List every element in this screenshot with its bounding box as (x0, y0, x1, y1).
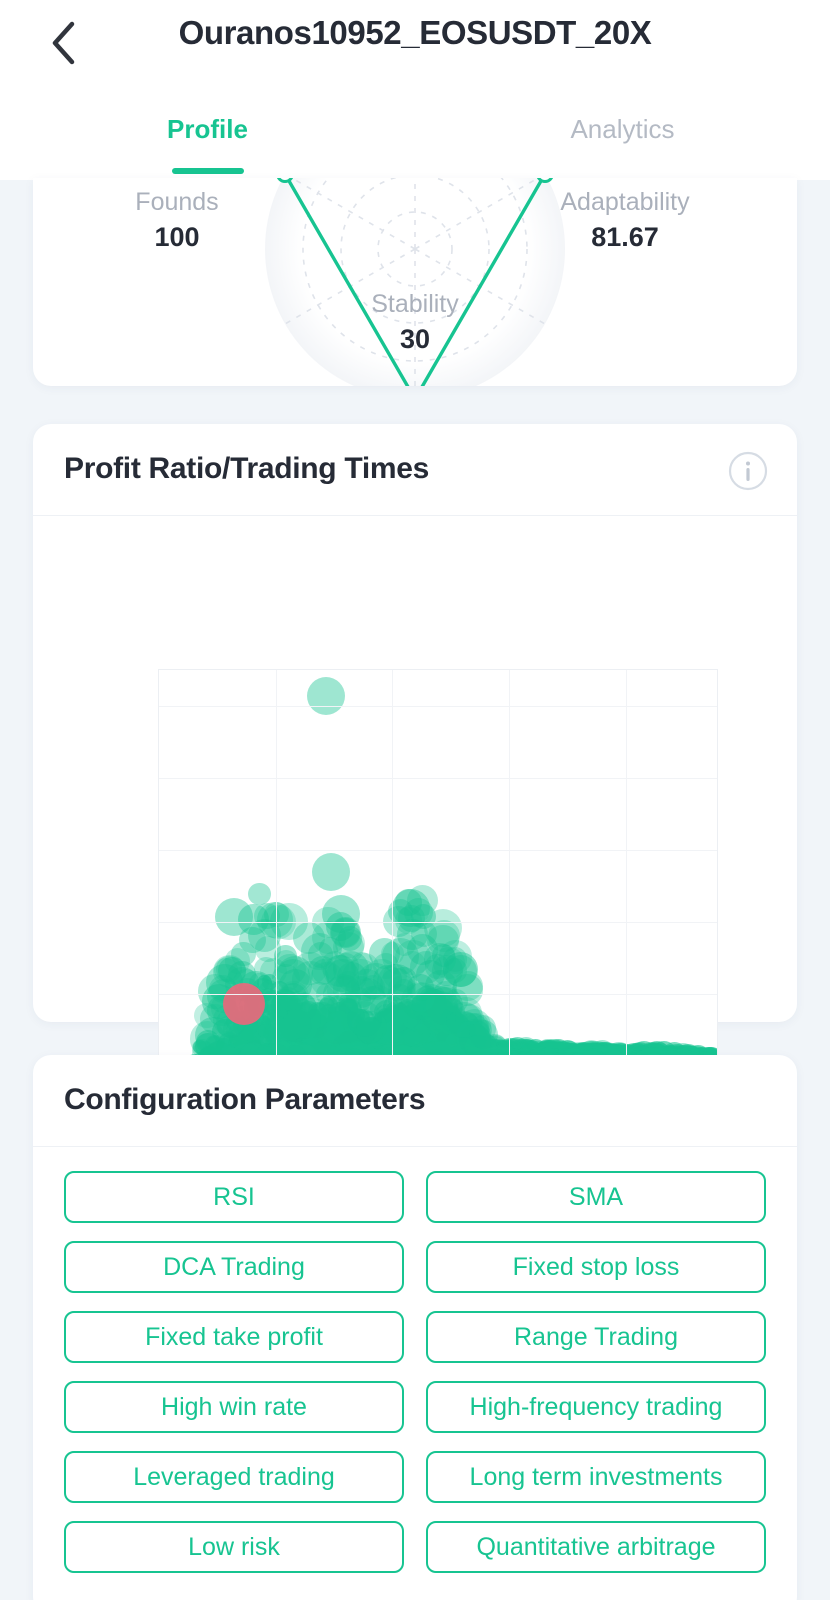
radar-axis-label-stability: Stability (315, 290, 515, 319)
info-circle-icon[interactable] (727, 450, 769, 492)
tab-profile-label: Profile (167, 114, 248, 145)
radar-axis-value-founds: 100 (77, 222, 277, 253)
profit-ratio-card: Profit Ratio/Trading Times 0%2999%5999%8… (33, 424, 797, 1022)
tab-profile[interactable]: Profile (0, 106, 415, 180)
radar-axis-value-stability: 30 (315, 324, 515, 355)
page-title: Ouranos10952_EOSUSDT_20X (0, 14, 830, 52)
radar-card: Founds 100 Adaptability 81.67 Stability … (33, 178, 797, 386)
scatter-bubbles (159, 670, 717, 1064)
radar-chart: Founds 100 Adaptability 81.67 Stability … (33, 178, 797, 386)
profit-ratio-title: Profit Ratio/Trading Times (64, 452, 429, 486)
radar-axis-label-adaptability: Adaptability (505, 188, 745, 217)
tab-active-indicator (172, 168, 244, 174)
app-screen: Ouranos10952_EOSUSDT_20X Profile Analyti… (0, 0, 830, 1600)
radar-axis-label-founds: Founds (77, 188, 277, 217)
app-header: Ouranos10952_EOSUSDT_20X Profile Analyti… (0, 0, 830, 180)
tab-bar: Profile Analytics (0, 106, 830, 180)
scatter-plot-area: 0%2999%5999%8999%11999%14999%1,0002,0003… (158, 669, 718, 1065)
tab-analytics[interactable]: Analytics (415, 106, 830, 180)
radar-axis-value-adaptability: 81.67 (505, 222, 745, 253)
profit-ratio-card-header: Profit Ratio/Trading Times (33, 424, 797, 516)
profit-ratio-chart: 0%2999%5999%8999%11999%14999%1,0002,0003… (33, 516, 797, 1021)
tab-analytics-label: Analytics (570, 114, 674, 145)
